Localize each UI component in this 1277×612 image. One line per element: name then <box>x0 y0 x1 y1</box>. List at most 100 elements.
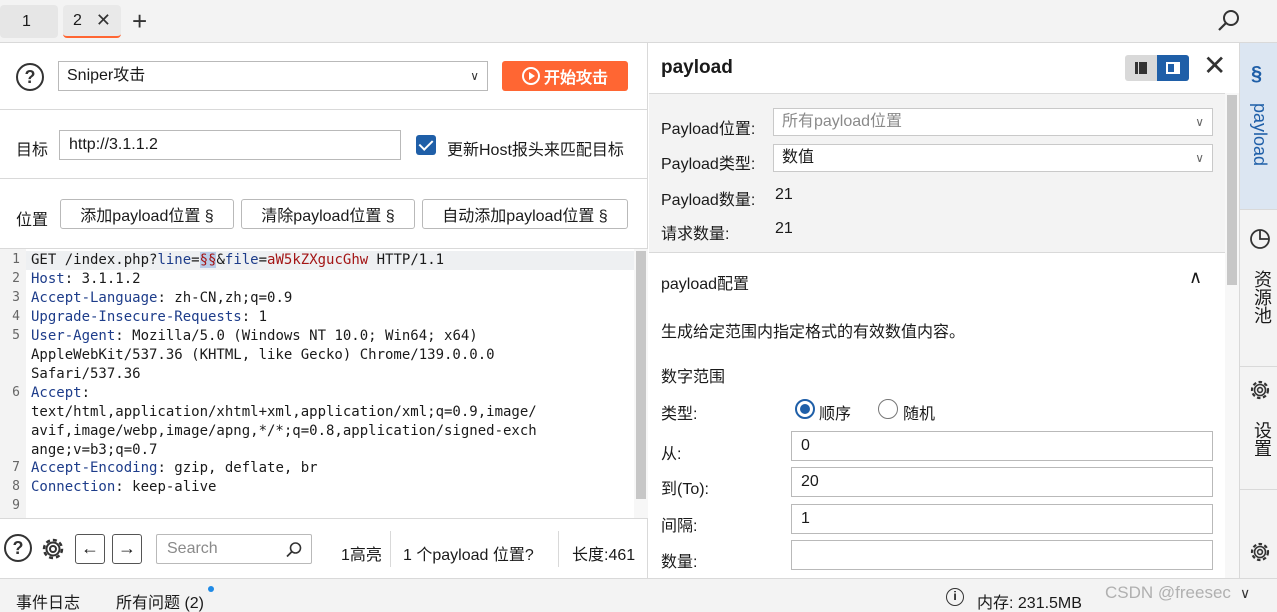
payload-config-title: payload配置 <box>661 276 750 293</box>
line-number: 9 <box>12 498 20 513</box>
code-line: Accept-Language: zh-CN,zh;q=0.9 <box>31 290 292 306</box>
event-log-link[interactable]: 事件日志 <box>16 589 80 612</box>
code-token: aW5kZXgucGhw <box>267 252 369 268</box>
header-key: Connection <box>31 479 116 495</box>
chevron-down-icon[interactable]: ∨ <box>1240 585 1250 602</box>
gear-icon[interactable] <box>39 535 67 563</box>
random-radio[interactable] <box>878 399 898 419</box>
clear-payload-position-button[interactable]: 清除payload位置 § <box>241 199 415 229</box>
add-tab-icon[interactable]: + <box>132 6 147 36</box>
number-type-label: 类型: <box>661 406 698 423</box>
update-host-label: 更新Host报头来匹配目标 <box>447 142 624 159</box>
code-line: Connection: keep-alive <box>31 479 216 495</box>
update-host-checkbox[interactable] <box>416 135 436 155</box>
close-tab-icon[interactable]: ✕ <box>96 10 111 31</box>
position-row: 位置 添加payload位置 § 清除payload位置 § 自动添加paylo… <box>0 180 648 248</box>
payload-type-label: Payload类型: <box>661 156 756 173</box>
header-value: : Mozilla/5.0 (Windows NT 10.0; Win64; x… <box>115 328 478 344</box>
payload-position-label: Payload位置: <box>661 121 756 138</box>
tab-1[interactable]: 1 <box>0 5 58 38</box>
side-strip: § payload 资源池 设置 <box>1239 43 1277 578</box>
search-input[interactable]: Search <box>156 534 312 564</box>
code-line: GET /index.php?line=§§&file=aW5kZXgucGhw… <box>31 252 444 268</box>
tab-2[interactable]: 2 ✕ <box>63 5 121 38</box>
editor-scrollbar-thumb[interactable] <box>636 251 646 499</box>
strip-label-resource-pool: 资源池 <box>1252 270 1272 324</box>
header-key: Accept-Language <box>31 290 158 306</box>
start-attack-label: 开始攻击 <box>543 70 608 87</box>
help-icon[interactable]: ? <box>16 63 44 91</box>
chevron-up-icon[interactable]: ∧ <box>1189 267 1202 288</box>
auto-add-payload-position-button[interactable]: 自动添加payload位置 § <box>422 199 628 229</box>
all-issues-link[interactable]: 所有问题 (2) <box>116 589 204 612</box>
gear-icon[interactable] <box>1249 541 1271 563</box>
payload-summary-section: Payload位置: 所有payload位置 ∨ Payload类型: 数值 ∨… <box>649 93 1225 253</box>
pie-chart-icon <box>1250 229 1270 249</box>
quantity-label: 数量: <box>661 554 698 571</box>
from-label: 从: <box>661 446 682 463</box>
code-line: Accept-Encoding: gzip, deflate, br <box>31 460 318 476</box>
tab-label: 1 <box>22 12 31 30</box>
strip-label-settings: 设置 <box>1252 421 1272 457</box>
code-token: file <box>224 252 259 268</box>
watermark: CSDN @freesec <box>1105 583 1231 602</box>
payload-type-value: 数值 <box>782 149 815 166</box>
header-value: : 1 <box>241 309 268 325</box>
code-line: Upgrade-Insecure-Requests: 1 <box>31 309 267 325</box>
header-value: : gzip, deflate, br <box>157 460 318 476</box>
quantity-input[interactable] <box>791 540 1213 570</box>
code-token: GET /index.php? <box>31 252 158 268</box>
close-icon[interactable]: ✕ <box>1203 51 1226 81</box>
target-row: 目标 http://3.1.1.2 更新Host报头来匹配目标 <box>0 111 648 179</box>
attack-type-select[interactable]: Sniper攻击 ∨ <box>58 61 488 91</box>
code-line: avif,image/webp,image/apng,*/*;q=0.8,app… <box>31 423 537 439</box>
info-icon[interactable]: i <box>946 588 964 606</box>
payload-marker[interactable]: §§ <box>199 252 217 268</box>
request-editor[interactable]: 1 2 3 4 5 6 7 8 9 GET /index.php?line=§§… <box>0 248 648 519</box>
payload-position-select[interactable]: 所有payload位置 ∨ <box>773 108 1213 136</box>
target-input[interactable]: http://3.1.1.2 <box>59 130 401 160</box>
attack-type-row: ? Sniper攻击 ∨ 开始攻击 <box>0 43 648 110</box>
request-count-label: 请求数量: <box>661 226 730 243</box>
payload-position-count: 1 个payload 位置? <box>403 547 534 564</box>
strip-item-settings[interactable]: 设置 <box>1240 367 1277 489</box>
layout-panel-icon[interactable] <box>1157 55 1189 81</box>
payload-panel: payload ✕ Payload位置: 所有payload位置 ∨ Paylo… <box>649 43 1239 578</box>
code-line: User-Agent: Mozilla/5.0 (Windows NT 10.0… <box>31 328 478 344</box>
header-key: User-Agent <box>31 328 116 344</box>
previous-button[interactable]: ← <box>75 534 105 564</box>
strip-item-resource-pool[interactable]: 资源池 <box>1240 210 1277 366</box>
chevron-down-icon: ∨ <box>1195 151 1204 165</box>
sequential-radio[interactable] <box>795 399 815 419</box>
code-line: text/html,application/xhtml+xml,applicat… <box>31 404 537 420</box>
search-icon[interactable] <box>1216 8 1242 34</box>
start-attack-button[interactable]: 开始攻击 <box>502 61 628 91</box>
line-number: 4 <box>12 309 20 324</box>
add-payload-position-button[interactable]: 添加payload位置 § <box>60 199 234 229</box>
from-input[interactable]: 0 <box>791 431 1213 461</box>
layout-toggle[interactable] <box>1125 55 1189 81</box>
header-key: Host <box>31 271 65 287</box>
header-value: : keep-alive <box>115 479 217 495</box>
line-number: 1 <box>12 252 20 267</box>
payload-type-select[interactable]: 数值 ∨ <box>773 144 1213 172</box>
help-icon[interactable]: ? <box>4 534 32 562</box>
line-number: 5 <box>12 328 20 343</box>
to-label: 到(To): <box>661 481 710 498</box>
step-input[interactable]: 1 <box>791 504 1213 534</box>
strip-item-payload[interactable]: § payload <box>1240 43 1277 209</box>
code-line: AppleWebKit/537.36 (KHTML, like Gecko) C… <box>31 347 495 363</box>
next-button[interactable]: → <box>112 534 142 564</box>
panel-title: payload <box>661 57 733 78</box>
chevron-down-icon: ∨ <box>470 69 479 83</box>
random-label: 随机 <box>903 406 936 423</box>
payload-count-label: Payload数量: <box>661 192 756 209</box>
to-input[interactable]: 20 <box>791 467 1213 497</box>
payload-position-value: 所有payload位置 <box>782 113 903 130</box>
header-key: Accept-Encoding <box>31 460 158 476</box>
panel-scrollbar-thumb[interactable] <box>1227 95 1237 285</box>
layout-list-icon[interactable] <box>1125 55 1157 81</box>
request-count-value: 21 <box>775 220 793 237</box>
strip-label-payload: payload <box>1250 103 1270 167</box>
highlight-count: 1高亮 <box>341 547 382 564</box>
